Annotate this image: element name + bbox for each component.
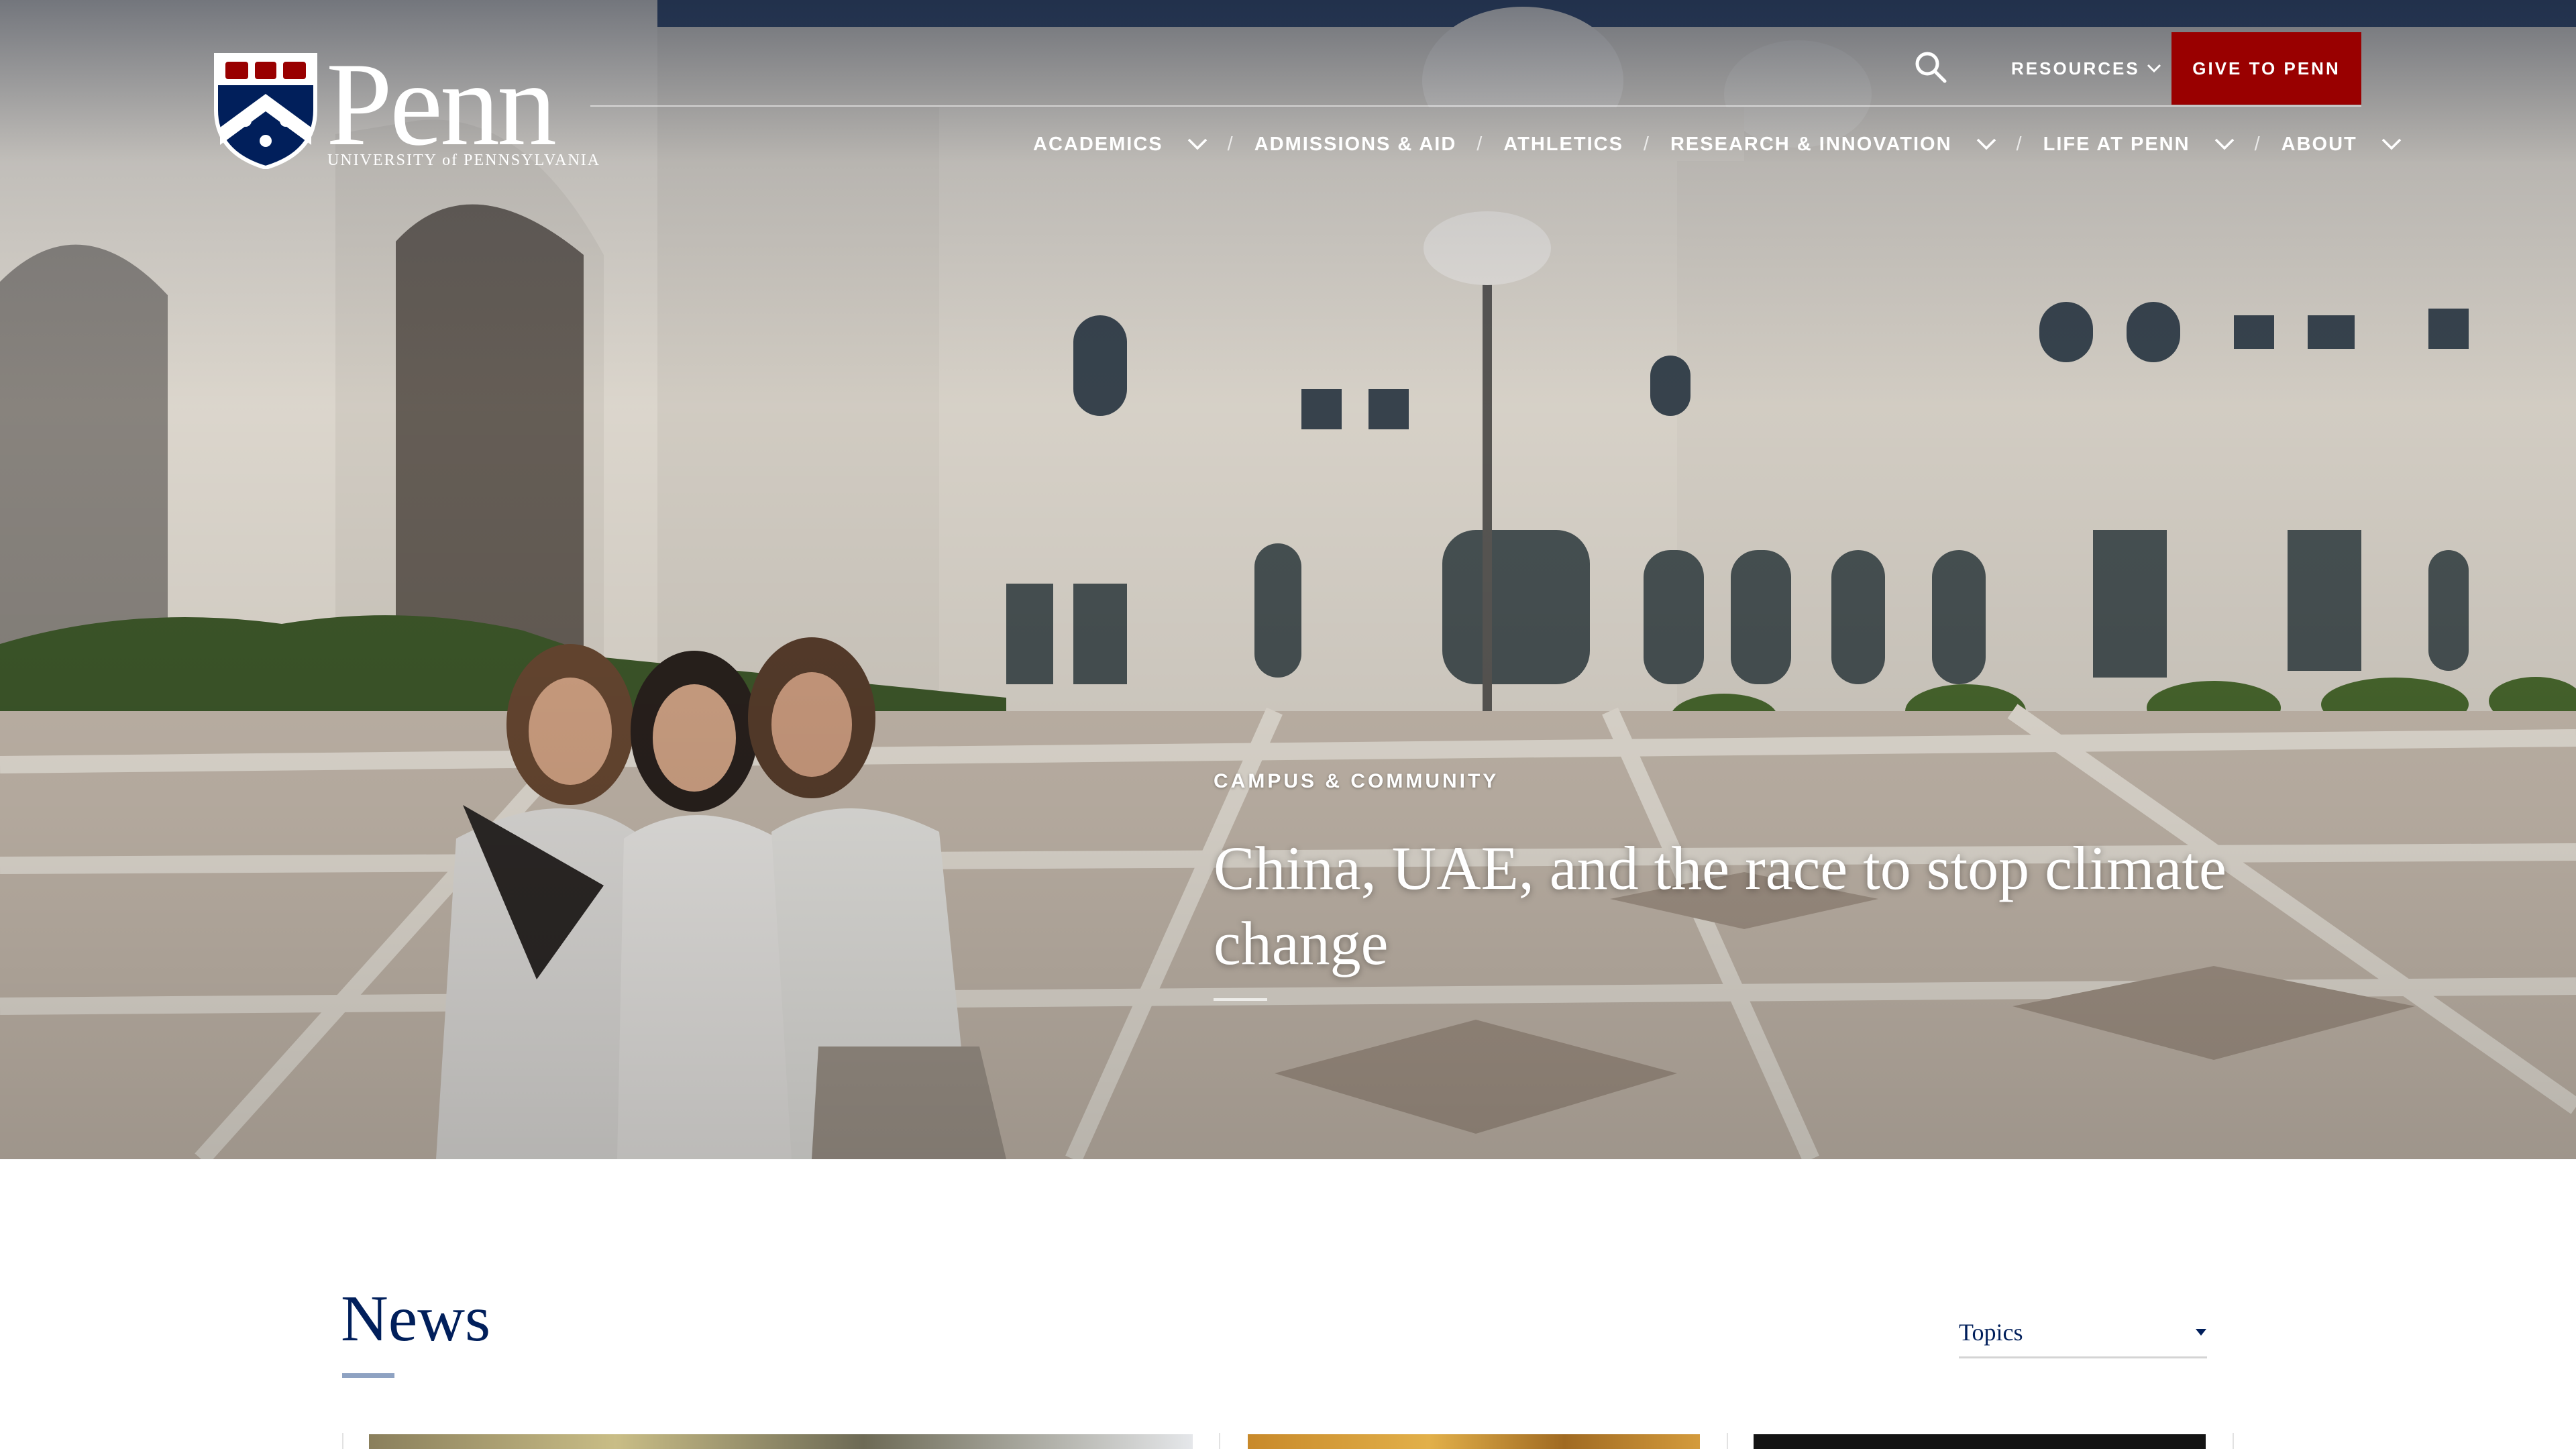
nav-separator: / <box>1227 133 1234 155</box>
nav-item-label: LIFE AT PENN <box>2043 133 2190 155</box>
resources-label: RESOURCES <box>2011 58 2140 78</box>
card-divider <box>2233 1433 2234 1449</box>
news-title-underline <box>342 1373 394 1378</box>
header-divider <box>590 105 2361 107</box>
chevron-down-icon[interactable] <box>2381 138 2402 150</box>
logo-subtitle: UNIVERSITY of PENNSYLVANIA <box>327 152 601 169</box>
search-icon <box>1915 52 1947 83</box>
topics-dropdown[interactable]: Topics <box>1959 1308 2207 1358</box>
nav-item-label: RESEARCH & INNOVATION <box>1670 133 1952 155</box>
nav-item-about[interactable]: ABOUT <box>2282 133 2402 156</box>
nav-separator: / <box>1477 133 1484 155</box>
nav-item-label: ATHLETICS <box>1503 133 1623 155</box>
nav-item-life-at-penn[interactable]: LIFE AT PENN <box>2043 133 2235 156</box>
nav-item-research-innovation[interactable]: RESEARCH & INNOVATION <box>1670 133 1996 156</box>
nav-item-label: ADMISSIONS & AID <box>1254 133 1457 155</box>
headline-accent-bar <box>1214 998 1267 1001</box>
nav-item-athletics[interactable]: ATHLETICS <box>1503 133 1623 156</box>
card-divider <box>1727 1433 1728 1449</box>
hero-category-link[interactable]: CAMPUS & COMMUNITY <box>1214 770 1499 793</box>
news-card-image[interactable] <box>369 1434 1193 1449</box>
chevron-down-icon <box>2147 64 2161 73</box>
news-card-image[interactable] <box>1248 1434 1700 1449</box>
hero-headline-link[interactable]: China, UAE, and the race to stop climate… <box>1214 830 2354 981</box>
card-divider <box>1219 1433 1220 1449</box>
penn-logo[interactable]: Penn UNIVERSITY of PENNSYLVANIA <box>213 44 599 172</box>
nav-item-label: ACADEMICS <box>1033 133 1163 155</box>
hero-overlay <box>0 0 2576 1159</box>
nav-separator: / <box>2254 133 2261 155</box>
main-navigation: ACADEMICS / ADMISSIONS & AID / ATHLETICS… <box>1033 127 2402 161</box>
nav-item-label: ABOUT <box>2281 133 2357 155</box>
nav-item-academics[interactable]: ACADEMICS <box>1033 133 1208 156</box>
resources-dropdown[interactable]: RESOURCES <box>2011 55 2161 82</box>
nav-item-admissions-aid[interactable]: ADMISSIONS & AID <box>1254 133 1457 156</box>
search-button[interactable] <box>1913 50 1948 85</box>
hero-banner <box>0 0 2576 1159</box>
logo-wordmark: Penn <box>326 38 557 170</box>
chevron-down-icon[interactable] <box>2214 138 2235 150</box>
topics-label: Topics <box>1959 1319 2023 1346</box>
caret-down-icon <box>2196 1329 2206 1336</box>
news-card-image[interactable] <box>1754 1434 2206 1449</box>
chevron-down-icon[interactable] <box>1187 138 1208 150</box>
nav-separator: / <box>1643 133 1650 155</box>
penn-shield-icon <box>214 53 317 169</box>
nav-separator: / <box>2016 133 2023 155</box>
give-to-penn-button[interactable]: GIVE TO PENN <box>2171 32 2361 105</box>
card-divider <box>342 1433 343 1449</box>
news-section-title: News <box>341 1283 491 1355</box>
chevron-down-icon[interactable] <box>1976 138 1996 150</box>
